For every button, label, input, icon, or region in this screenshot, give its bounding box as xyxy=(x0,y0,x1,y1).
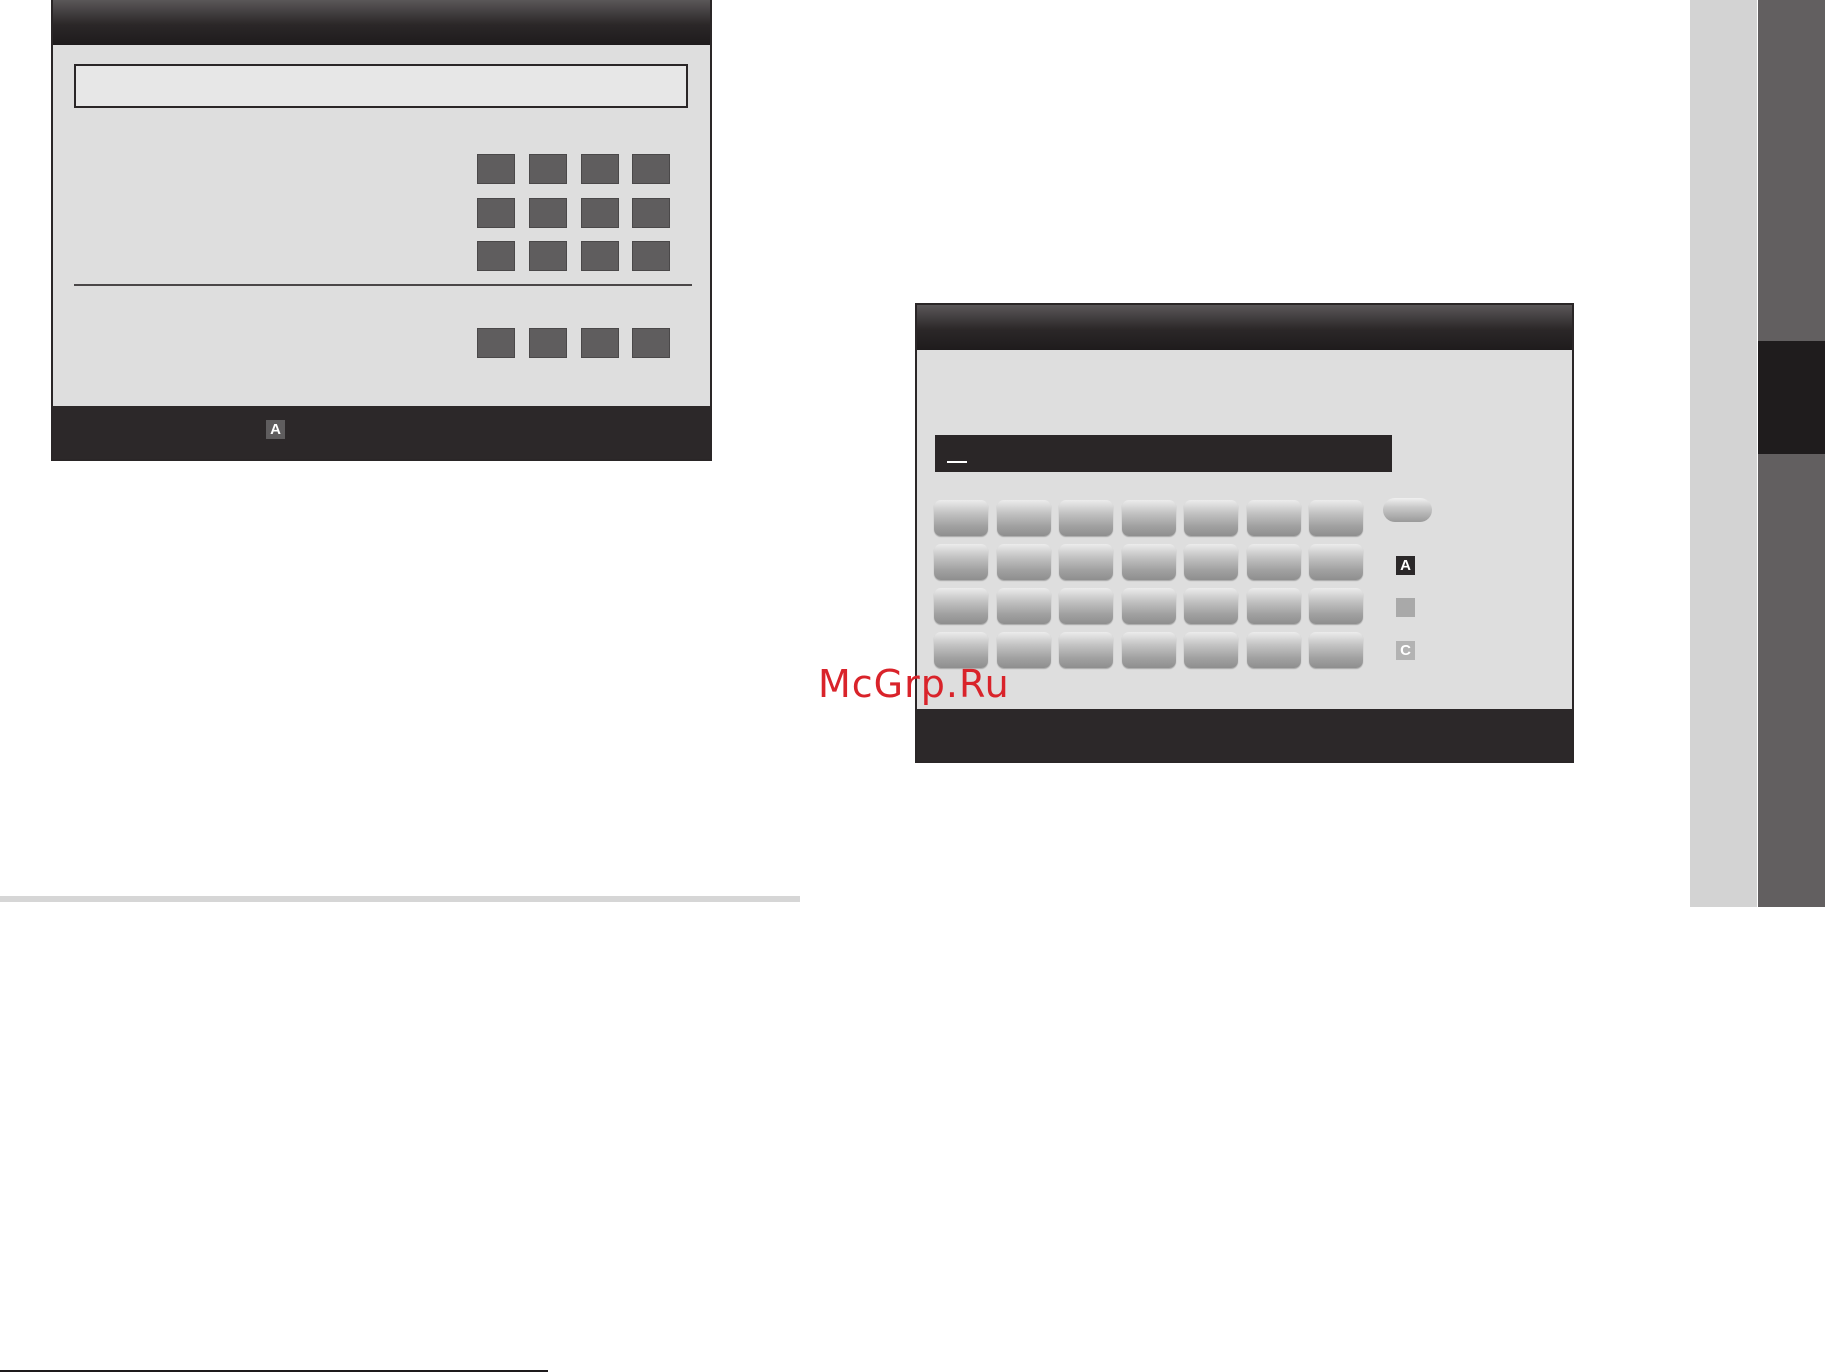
keyboard-key[interactable] xyxy=(1059,500,1113,536)
keyboard-key[interactable] xyxy=(1121,588,1176,624)
keyboard-key[interactable] xyxy=(1309,544,1363,580)
b-key-badge-icon xyxy=(1396,598,1415,617)
c-key-badge-icon: C xyxy=(1396,641,1415,660)
mode-toggle-button[interactable] xyxy=(1383,498,1432,522)
keyboard-key[interactable] xyxy=(1059,544,1113,580)
octet-cell[interactable] xyxy=(581,241,619,271)
octet-cell[interactable] xyxy=(529,241,567,271)
text-cursor xyxy=(947,461,967,463)
keyboard-key[interactable] xyxy=(934,500,988,536)
a-key-badge-icon: A xyxy=(266,420,285,439)
a-key-badge-icon: A xyxy=(1396,556,1415,575)
octet-cell[interactable] xyxy=(632,198,670,228)
keyboard-key[interactable] xyxy=(1246,632,1301,668)
keyboard-key[interactable] xyxy=(934,588,988,624)
keyboard-key[interactable] xyxy=(1184,588,1238,624)
octet-cell[interactable] xyxy=(477,154,515,184)
side-tab-active xyxy=(1758,341,1825,454)
octet-cell[interactable] xyxy=(529,328,567,358)
dialog-title-bar xyxy=(917,305,1572,350)
octet-cell[interactable] xyxy=(529,154,567,184)
keyboard-key[interactable] xyxy=(1121,632,1176,668)
octet-cell[interactable] xyxy=(632,328,670,358)
keyboard-dialog: A C xyxy=(915,303,1574,763)
octet-cell[interactable] xyxy=(477,328,515,358)
keyboard-key[interactable] xyxy=(1309,500,1363,536)
side-tab-strip-light xyxy=(1690,0,1757,907)
keyboard-key[interactable] xyxy=(1184,544,1238,580)
keyboard-key[interactable] xyxy=(1309,632,1363,668)
keyboard-key[interactable] xyxy=(1184,500,1238,536)
dialog-footer xyxy=(917,709,1572,761)
keyboard-key[interactable] xyxy=(1059,632,1113,668)
address-field[interactable] xyxy=(74,64,688,108)
keyboard-key[interactable] xyxy=(1246,500,1301,536)
keyboard-key[interactable] xyxy=(1184,632,1238,668)
text-input[interactable] xyxy=(935,435,1392,472)
keyboard-key[interactable] xyxy=(1309,588,1363,624)
octet-cell[interactable] xyxy=(581,328,619,358)
octet-cell[interactable] xyxy=(529,198,567,228)
section-rule xyxy=(0,896,800,902)
section-divider xyxy=(74,284,692,286)
ip-settings-dialog: A xyxy=(51,0,712,461)
keyboard-key[interactable] xyxy=(996,588,1051,624)
keyboard-key[interactable] xyxy=(1059,588,1113,624)
keyboard-key[interactable] xyxy=(1246,588,1301,624)
keyboard-key[interactable] xyxy=(934,544,988,580)
watermark-text: McGrp.Ru xyxy=(818,662,1010,706)
octet-cell[interactable] xyxy=(477,241,515,271)
keyboard-key[interactable] xyxy=(1121,500,1176,536)
octet-cell[interactable] xyxy=(581,198,619,228)
keyboard-key[interactable] xyxy=(996,500,1051,536)
keyboard-key[interactable] xyxy=(1121,544,1176,580)
keyboard-key[interactable] xyxy=(1246,544,1301,580)
dialog-title-bar xyxy=(53,0,710,45)
keyboard-key[interactable] xyxy=(996,544,1051,580)
octet-cell[interactable] xyxy=(581,154,619,184)
octet-cell[interactable] xyxy=(632,154,670,184)
dialog-footer: A xyxy=(53,406,710,459)
octet-cell[interactable] xyxy=(632,241,670,271)
octet-cell[interactable] xyxy=(477,198,515,228)
